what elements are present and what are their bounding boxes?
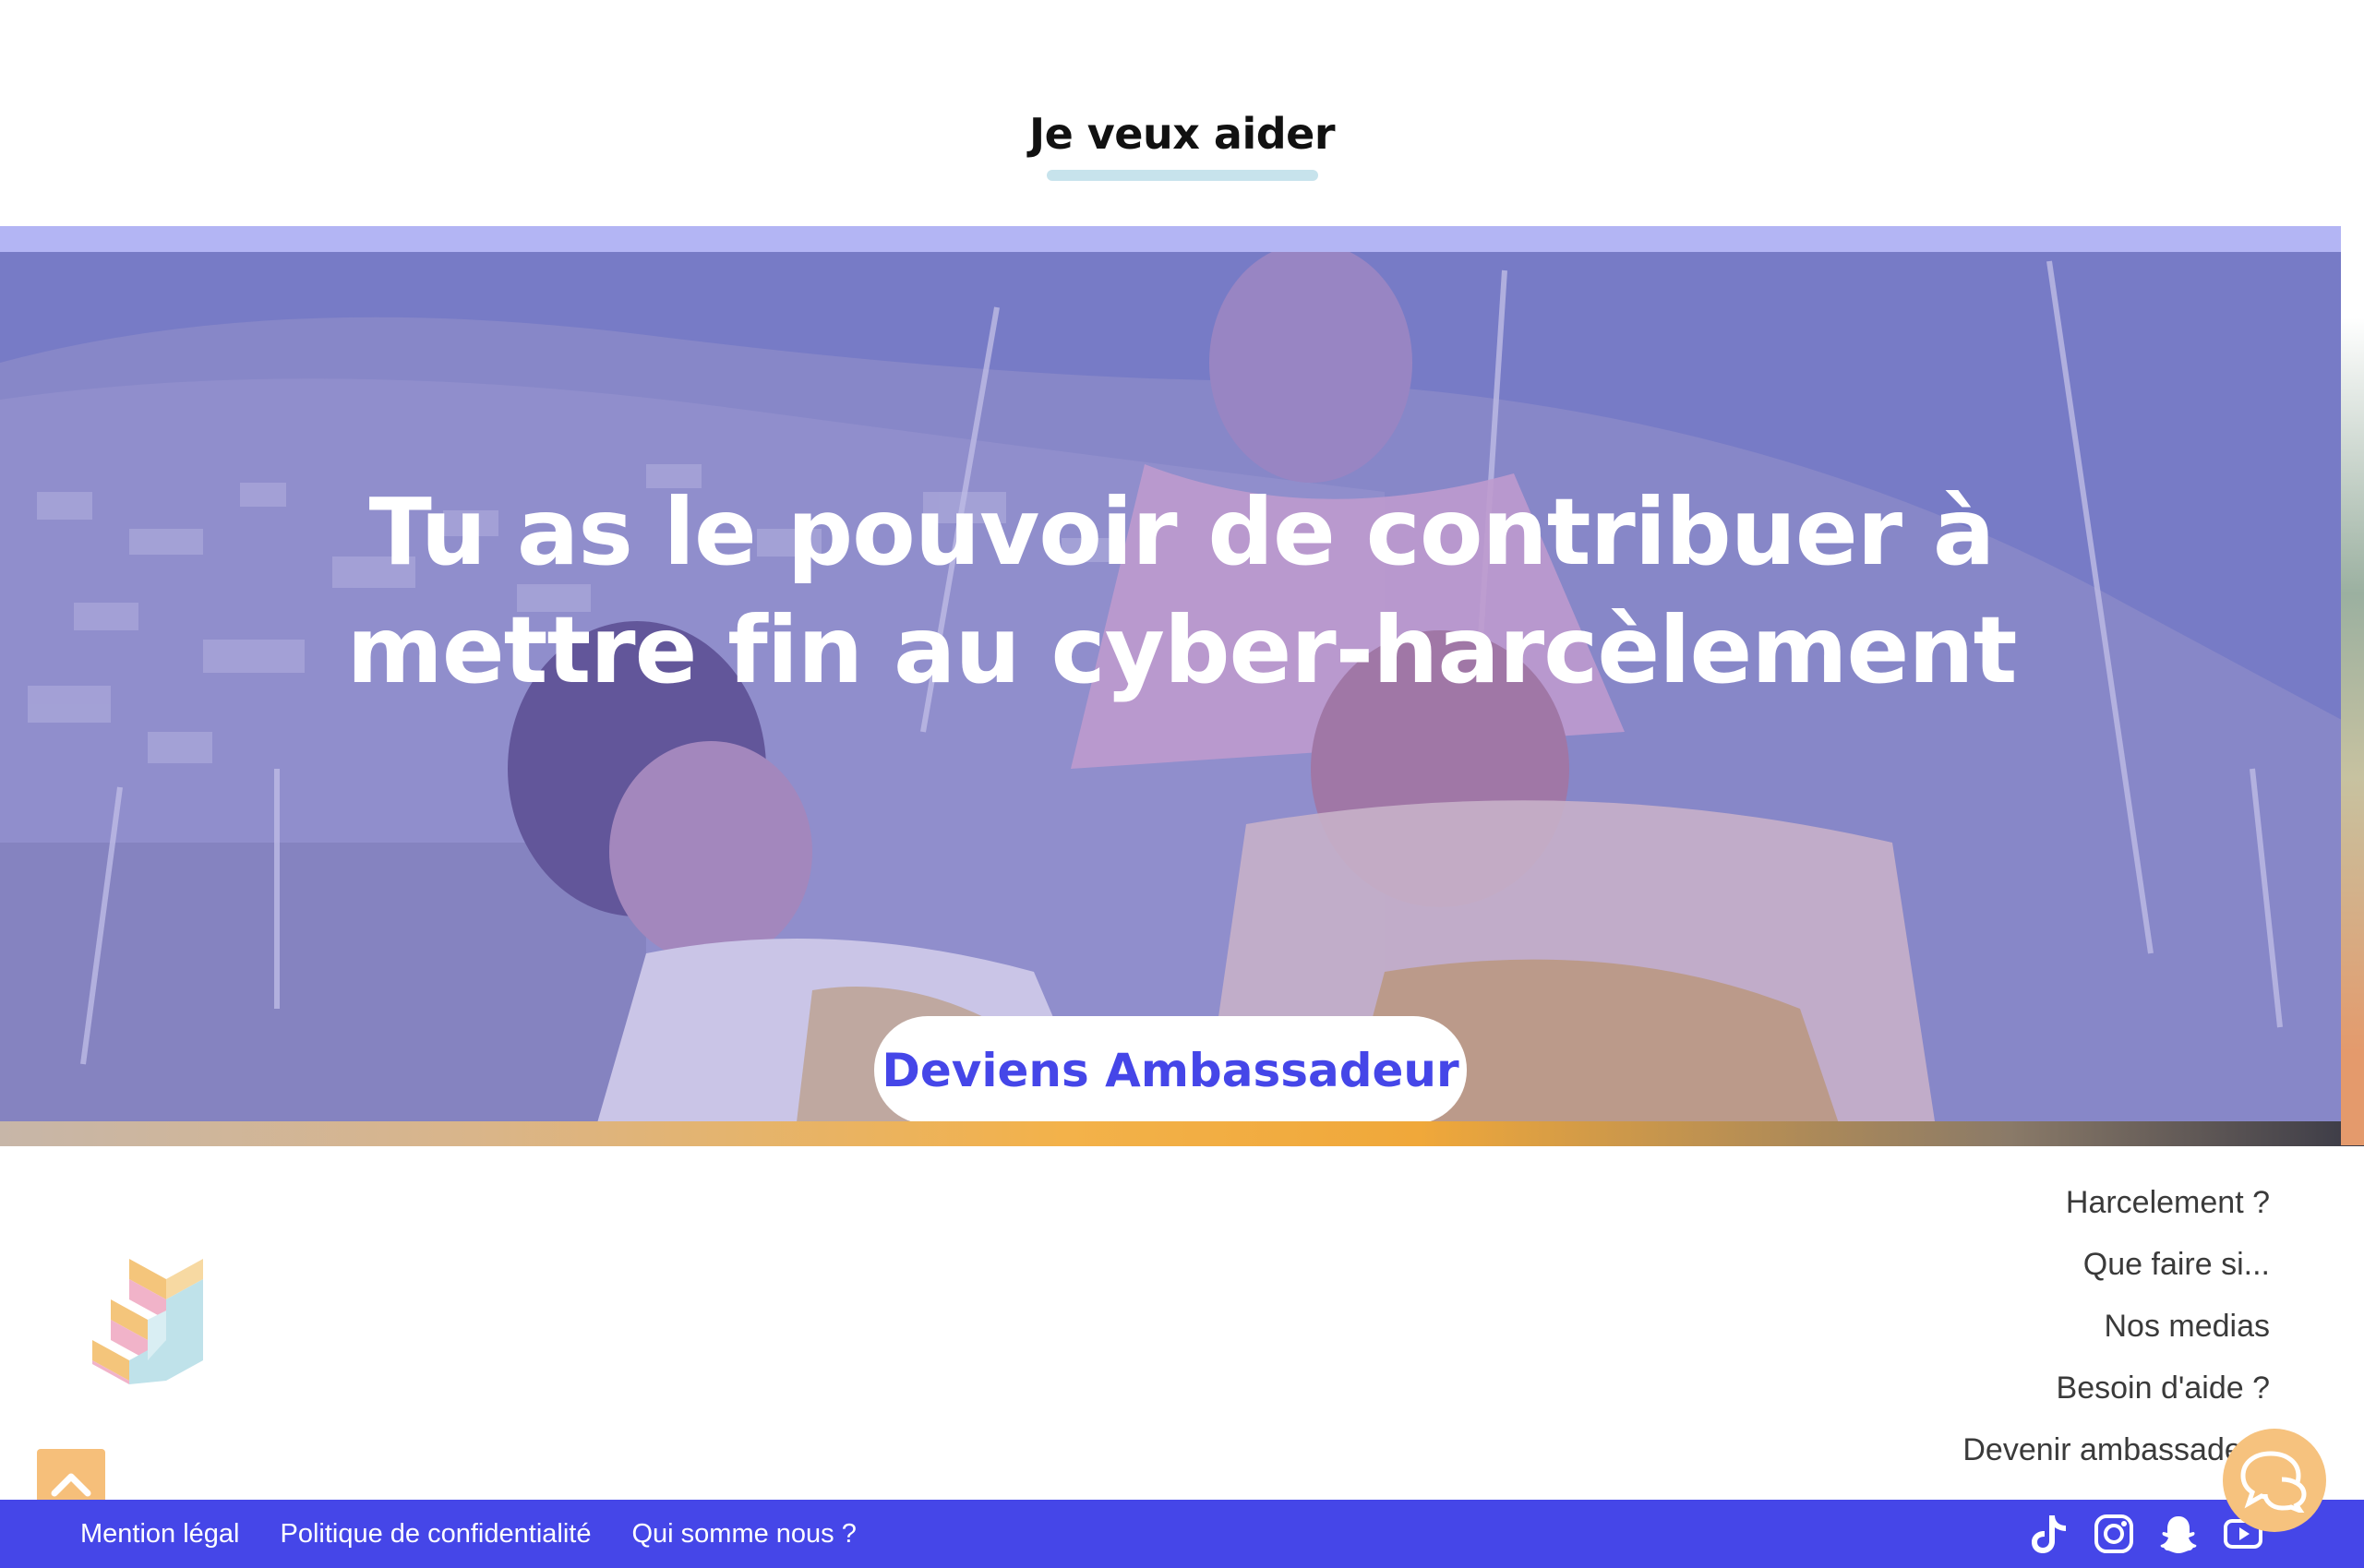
legal-links: Mention légal Politique de confidentiali… — [80, 1500, 897, 1568]
mention-legal-link[interactable]: Mention légal — [80, 1519, 240, 1550]
privacy-policy-link[interactable]: Politique de confidentialité — [281, 1519, 592, 1550]
hero-image-right-edge — [2341, 226, 2364, 1145]
snapchat-icon[interactable] — [2156, 1512, 2201, 1556]
hero-image-bottom-edge — [0, 1121, 2364, 1146]
page: Je veux aider Tu as le pouvoir de contri… — [0, 0, 2364, 1568]
footer-link-besoin-aide[interactable]: Besoin d'aide ? — [1962, 1369, 2270, 1430]
hero-banner: Tu as le pouvoir de contribuer à mettre … — [0, 252, 2364, 1145]
tiktok-icon[interactable] — [2027, 1512, 2071, 1556]
footer-link-que-faire[interactable]: Que faire si... — [1962, 1245, 2270, 1307]
become-ambassador-button[interactable]: Deviens Ambassadeur — [874, 1016, 1467, 1124]
footer-link-nos-medias[interactable]: Nos medias — [1962, 1307, 2270, 1369]
about-us-link[interactable]: Qui somme nous ? — [631, 1519, 856, 1550]
section-title-underline — [1047, 170, 1318, 181]
hero-heading: Tu as le pouvoir de contribuer à mettre … — [346, 478, 2018, 704]
footer-nav: Harcelement ? Que faire si... Nos medias… — [1962, 1183, 2270, 1492]
chat-button[interactable] — [2223, 1429, 2326, 1532]
section-title: Je veux aider — [1028, 109, 1336, 159]
stairs-logo-icon[interactable] — [92, 1259, 212, 1384]
hero-top-band — [0, 226, 2341, 252]
footer-link-harcelement[interactable]: Harcelement ? — [1962, 1183, 2270, 1245]
chat-bubbles-icon — [2240, 1451, 2307, 1513]
instagram-icon[interactable] — [2092, 1512, 2136, 1556]
chevron-up-icon — [51, 1473, 91, 1497]
bottom-bar: Mention légal Politique de confidentiali… — [0, 1500, 2364, 1568]
